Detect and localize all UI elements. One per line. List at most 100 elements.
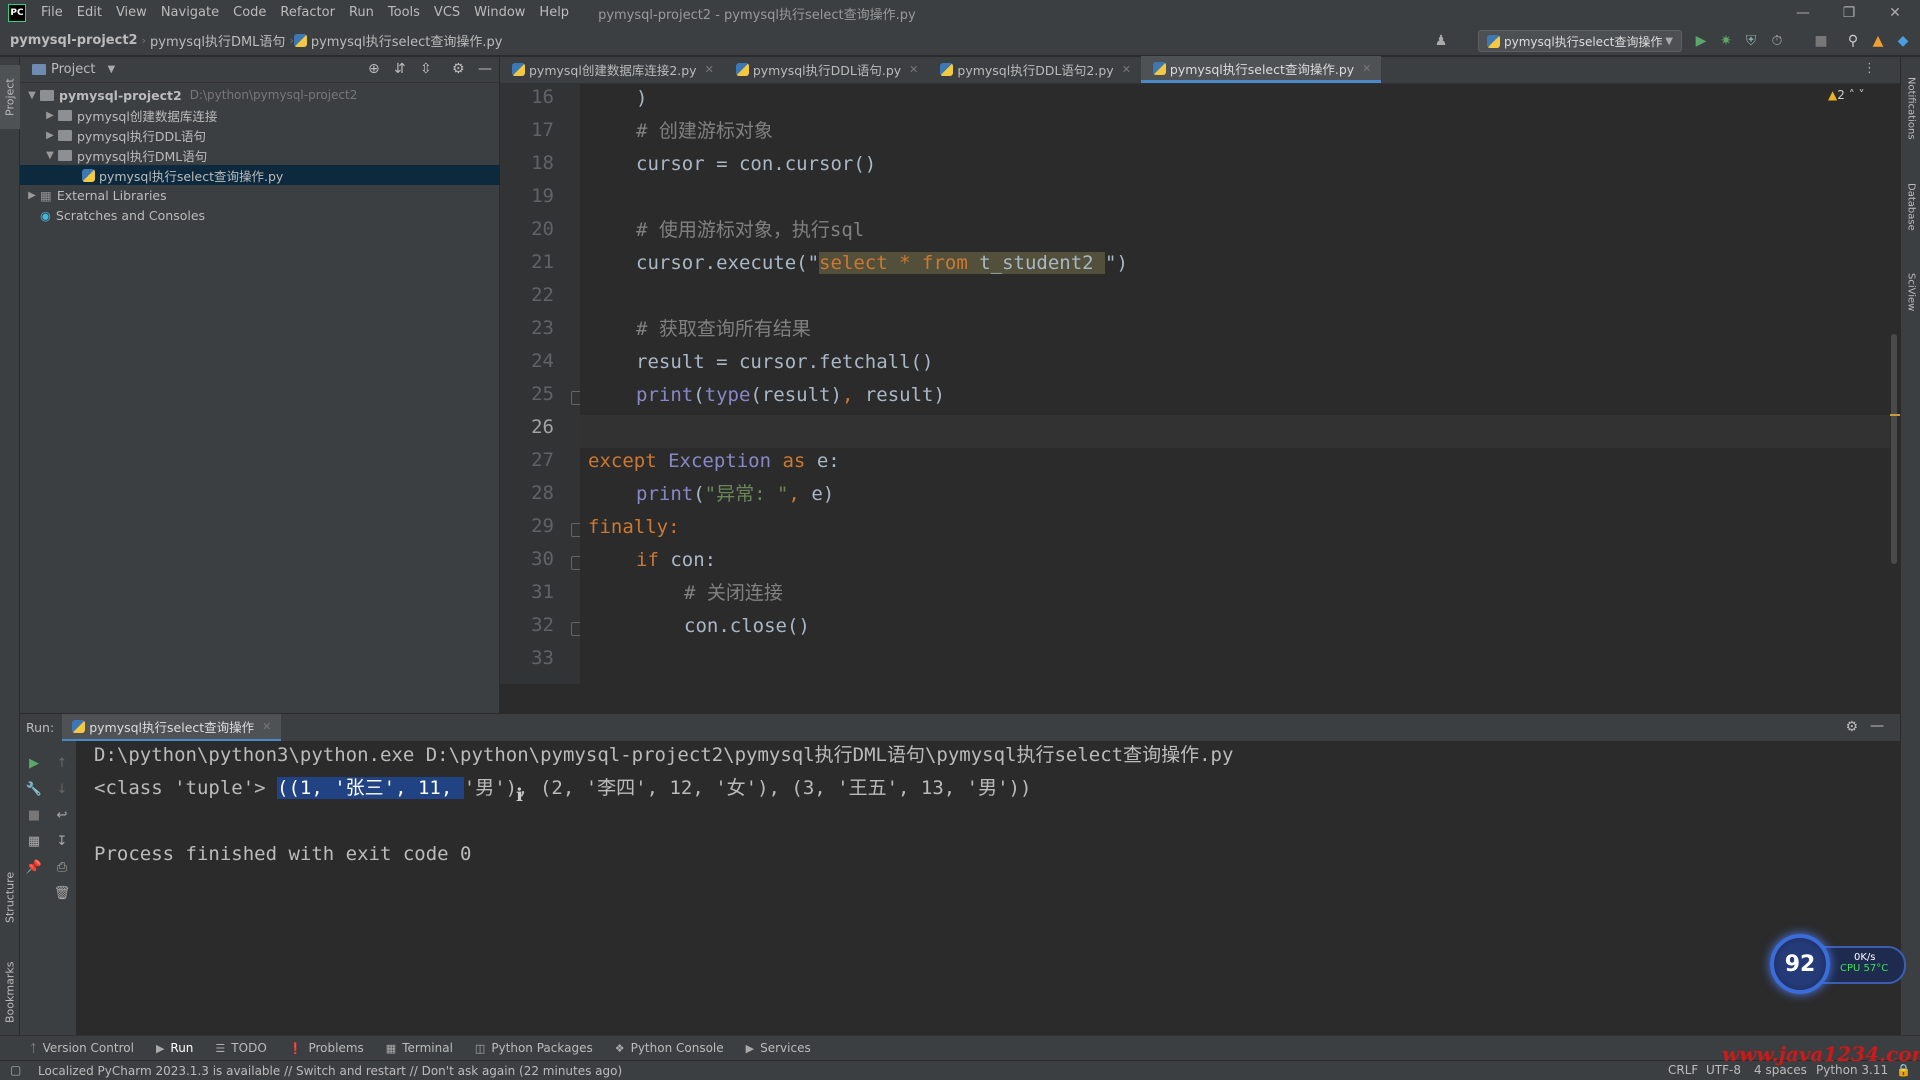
tree-item-folder[interactable]: ▶ pymysql创建数据库连接 <box>20 105 500 125</box>
status-line-separator[interactable]: CRLF <box>1668 1063 1698 1077</box>
tree-item-project-root[interactable]: ▼ pymysql-project2 D:\python\pymysql-pro… <box>20 85 500 105</box>
stop-icon[interactable]: ■ <box>26 807 42 823</box>
folder-icon <box>58 149 72 161</box>
chevron-right-icon[interactable]: ▶ <box>24 190 40 201</box>
code-line: cursor = con.cursor() <box>636 153 877 175</box>
tree-item-scratches[interactable]: ◉ Scratches and Consoles <box>20 205 500 225</box>
chevron-down-icon[interactable]: ▼ <box>107 64 115 75</box>
chevron-down-icon[interactable]: ˅ <box>1859 88 1865 102</box>
project-view-select[interactable]: Project <box>51 62 95 77</box>
status-message[interactable]: Localized PyCharm 2023.1.3 is available … <box>38 1064 622 1078</box>
run-tab[interactable]: pymysql执行select查询操作 ✕ <box>62 713 282 742</box>
close-icon[interactable]: ✕ <box>705 63 714 76</box>
menu-view[interactable]: View <box>109 0 154 26</box>
jetbrains-ai-icon[interactable]: ◆ <box>1894 32 1912 50</box>
toolwindow-version-control[interactable]: ᛏ Version Control <box>30 1041 134 1055</box>
breadcrumb-project[interactable]: pymysql-project2 <box>6 33 142 48</box>
side-tab-structure[interactable]: Structure <box>0 857 20 937</box>
chevron-right-icon[interactable]: ▶ <box>42 110 58 121</box>
hide-panel-icon[interactable]: — <box>478 61 492 77</box>
editor-tab[interactable]: pymysql执行DDL语句2.py ✕ <box>928 56 1141 83</box>
toolwindow-python-packages[interactable]: ◫ Python Packages <box>475 1041 593 1055</box>
toolwindow-problems[interactable]: ❗ Problems <box>289 1041 364 1055</box>
status-panel-icon[interactable]: ▢ <box>10 1063 21 1077</box>
scrollbar-thumb[interactable] <box>1891 334 1897 564</box>
wrench-icon[interactable]: 🔧 <box>26 781 42 797</box>
debug-icon[interactable]: ✷ <box>1717 32 1735 50</box>
restore-icon[interactable]: ❐ <box>1826 0 1872 26</box>
chevron-down-icon[interactable]: ▼ <box>24 90 40 101</box>
side-tab-bookmarks[interactable]: Bookmarks <box>0 947 20 1037</box>
menu-tools[interactable]: Tools <box>381 0 427 26</box>
minimize-icon[interactable]: — <box>1780 0 1826 26</box>
menu-vcs[interactable]: VCS <box>427 0 467 26</box>
editor-tab[interactable]: pymysql执行DDL语句.py ✕ <box>724 56 929 83</box>
print-icon[interactable]: ⎙ <box>54 859 70 875</box>
close-icon[interactable]: ✕ <box>1872 0 1918 26</box>
toolwindow-run[interactable]: ▶ Run <box>156 1041 193 1055</box>
side-tab-project[interactable]: Project <box>0 65 20 129</box>
code-line: ) <box>636 87 648 109</box>
tree-item-file[interactable]: pymysql执行select查询操作.py <box>20 165 500 185</box>
hide-panel-icon[interactable]: — <box>1870 718 1884 734</box>
tree-item-folder[interactable]: ▶ pymysql执行DDL语句 <box>20 125 500 145</box>
close-icon[interactable]: ✕ <box>262 720 271 733</box>
breadcrumb-file[interactable]: pymysql执行select查询操作.py <box>311 31 507 50</box>
coverage-icon[interactable]: ⛨ <box>1742 32 1760 50</box>
toolwindow-python-console[interactable]: ❖ Python Console <box>615 1041 724 1055</box>
breadcrumb-folder[interactable]: pymysql执行DML语句 <box>146 31 289 50</box>
editor-tab-active[interactable]: pymysql执行select查询操作.py ✕ <box>1140 56 1382 83</box>
arrow-up-icon[interactable]: ↑ <box>54 755 70 771</box>
menu-code[interactable]: Code <box>226 0 273 26</box>
toolwindow-terminal[interactable]: ▦ Terminal <box>386 1041 453 1055</box>
menu-run[interactable]: Run <box>342 0 381 26</box>
code-editor[interactable]: ) # 创建游标对象 cursor = con.cursor() # 使用游标对… <box>580 84 1890 684</box>
collapse-all-icon[interactable]: ⇳ <box>420 61 432 77</box>
profile-icon[interactable]: ⏱ <box>1768 32 1786 50</box>
gear-icon[interactable]: ⚙ <box>452 61 465 77</box>
locate-file-icon[interactable]: ⊕ <box>368 61 380 77</box>
rerun-icon[interactable]: ▶ <box>26 755 42 771</box>
scroll-to-end-icon[interactable]: ↧ <box>54 833 70 849</box>
run-configuration-select[interactable]: pymysql执行select查询操作 ▼ <box>1478 30 1682 52</box>
menu-window[interactable]: Window <box>467 0 532 26</box>
pin-icon[interactable]: 📌 <box>26 859 42 875</box>
side-tab-sciview[interactable]: SciView <box>1901 263 1920 321</box>
side-tab-database[interactable]: Database <box>1901 175 1920 239</box>
close-icon[interactable]: ✕ <box>909 63 918 76</box>
layout-icon[interactable]: ▦ <box>26 833 42 849</box>
stop-icon[interactable]: ■ <box>1812 32 1830 50</box>
side-tab-notifications[interactable]: Notifications <box>1901 63 1920 153</box>
editor-tab[interactable]: pymysql创建数据库连接2.py ✕ <box>500 56 724 83</box>
chevron-right-icon[interactable]: ▶ <box>42 130 58 141</box>
chevron-up-icon[interactable]: ˄ <box>1849 88 1855 102</box>
current-line-highlight <box>580 415 1890 448</box>
menu-help[interactable]: Help <box>532 0 576 26</box>
close-icon[interactable]: ✕ <box>1122 63 1131 76</box>
menu-refactor[interactable]: Refactor <box>273 0 342 26</box>
menu-edit[interactable]: Edit <box>70 0 109 26</box>
more-tabs-icon[interactable]: ⋮ <box>1863 61 1876 76</box>
close-icon[interactable]: ✕ <box>1362 62 1371 75</box>
tree-item-external-libraries[interactable]: ▶ ▦ External Libraries <box>20 185 500 205</box>
editor-scrollbar[interactable] <box>1890 84 1900 684</box>
toolwindow-services[interactable]: ▶ Services <box>746 1041 811 1055</box>
line-number: 18 <box>531 152 554 174</box>
chevron-down-icon[interactable]: ▼ <box>42 150 58 161</box>
run-console-output[interactable]: D:\python\python3\python.exe D:\python\p… <box>76 741 1900 1035</box>
menu-file[interactable]: File <box>34 0 70 26</box>
user-account-icon[interactable]: ♟ <box>1432 32 1450 50</box>
update-icon[interactable]: ▲ <box>1869 32 1887 50</box>
arrow-down-icon[interactable]: ↓ <box>54 781 70 797</box>
gear-icon[interactable]: ⚙ <box>1845 719 1858 735</box>
trash-icon[interactable]: 🗑 <box>54 885 71 901</box>
menu-navigate[interactable]: Navigate <box>154 0 226 26</box>
run-icon[interactable]: ▶ <box>1692 32 1710 50</box>
soft-wrap-icon[interactable]: ↩ <box>54 807 70 823</box>
watermark: www.java1234.com <box>1722 1042 1920 1066</box>
expand-all-icon[interactable]: ⇵ <box>394 61 406 77</box>
search-icon[interactable]: ⚲ <box>1844 32 1862 50</box>
tree-item-folder[interactable]: ▼ pymysql执行DML语句 <box>20 145 500 165</box>
warnings-indicator[interactable]: ▲2 ˄ ˅ <box>1828 88 1865 102</box>
toolwindow-todo[interactable]: ☰ TODO <box>215 1041 266 1055</box>
